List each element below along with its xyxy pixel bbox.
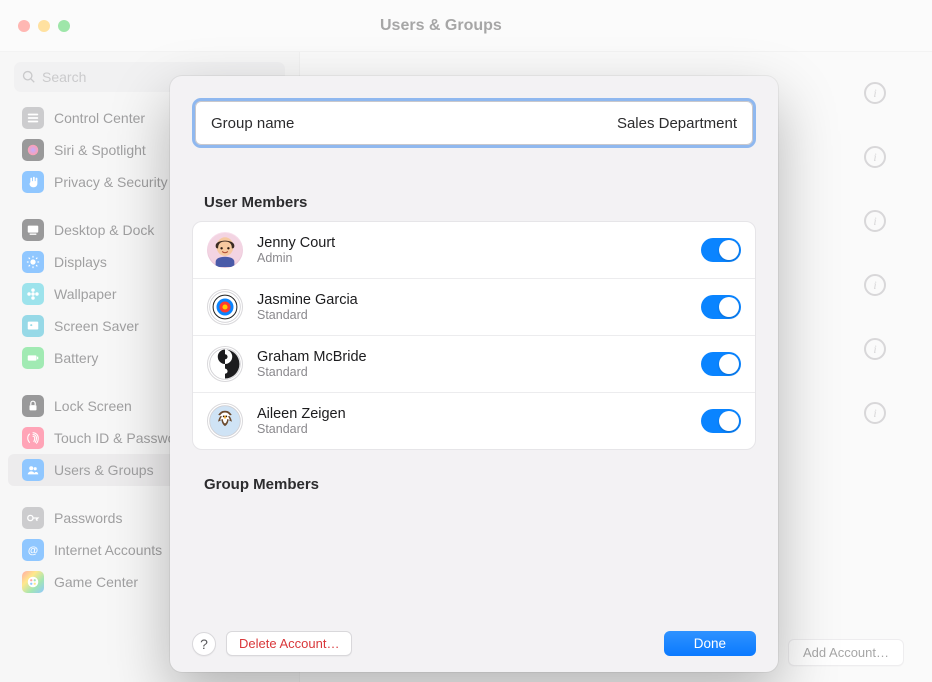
sidebar-item-label: Game Center bbox=[54, 574, 138, 590]
game-icon bbox=[22, 571, 44, 593]
membership-toggle[interactable] bbox=[701, 409, 741, 433]
sidebar-item-label: Screen Saver bbox=[54, 318, 139, 334]
user-name: Graham McBride bbox=[257, 349, 687, 365]
fullscreen-window-button[interactable] bbox=[58, 20, 70, 32]
info-button[interactable]: i bbox=[864, 82, 886, 104]
finger-icon bbox=[22, 427, 44, 449]
done-button[interactable]: Done bbox=[664, 631, 756, 656]
siri-icon bbox=[22, 139, 44, 161]
group-name-field[interactable]: Group name bbox=[192, 98, 756, 148]
info-button[interactable]: i bbox=[864, 338, 886, 360]
sun-icon bbox=[22, 251, 44, 273]
info-button[interactable]: i bbox=[864, 210, 886, 232]
user-members-title: User Members bbox=[192, 194, 756, 211]
sidebar-item-label: Touch ID & Password bbox=[54, 430, 188, 446]
page-title: Users & Groups bbox=[380, 17, 502, 35]
user-role: Admin bbox=[257, 251, 687, 265]
user-name: Jasmine Garcia bbox=[257, 292, 687, 308]
minimize-window-button[interactable] bbox=[38, 20, 50, 32]
help-button[interactable]: ? bbox=[192, 632, 216, 656]
key-icon bbox=[22, 507, 44, 529]
avatar bbox=[207, 289, 243, 325]
sidebar-item-label: Battery bbox=[54, 350, 98, 366]
lock-icon bbox=[22, 395, 44, 417]
sidebar-item-label: Control Center bbox=[54, 110, 145, 126]
svg-text:@: @ bbox=[28, 545, 38, 557]
add-account-button[interactable]: Add Account… bbox=[788, 639, 904, 666]
sidebar-item-label: Wallpaper bbox=[54, 286, 117, 302]
info-button[interactable]: i bbox=[864, 274, 886, 296]
search-icon bbox=[22, 70, 36, 84]
user-role: Standard bbox=[257, 365, 687, 379]
hand-icon bbox=[22, 171, 44, 193]
flower-icon bbox=[22, 283, 44, 305]
sidebar-item-label: Lock Screen bbox=[54, 398, 132, 414]
sidebar-item-label: Internet Accounts bbox=[54, 542, 162, 558]
delete-account-button[interactable]: Delete Account… bbox=[226, 631, 352, 656]
titlebar: Users & Groups bbox=[0, 0, 932, 52]
user-member-row: Graham McBrideStandard bbox=[193, 335, 755, 392]
user-member-row: Jenny CourtAdmin bbox=[193, 222, 755, 278]
close-window-button[interactable] bbox=[18, 20, 30, 32]
membership-toggle[interactable] bbox=[701, 238, 741, 262]
avatar bbox=[207, 232, 243, 268]
avatar bbox=[207, 403, 243, 439]
user-role: Standard bbox=[257, 308, 687, 322]
membership-toggle[interactable] bbox=[701, 295, 741, 319]
at-icon: @ bbox=[22, 539, 44, 561]
sidebar-item-label: Users & Groups bbox=[54, 462, 154, 478]
membership-toggle[interactable] bbox=[701, 352, 741, 376]
group-edit-modal: Group name User Members Jenny CourtAdmin… bbox=[170, 76, 778, 672]
sidebar-item-label: Privacy & Security bbox=[54, 174, 168, 190]
user-member-row: Jasmine GarciaStandard bbox=[193, 278, 755, 335]
user-name: Aileen Zeigen bbox=[257, 406, 687, 422]
group-members-title: Group Members bbox=[192, 476, 756, 493]
user-role: Standard bbox=[257, 422, 687, 436]
user-members-list: Jenny CourtAdminJasmine GarciaStandardGr… bbox=[192, 221, 756, 450]
dock-icon bbox=[22, 219, 44, 241]
users-icon bbox=[22, 459, 44, 481]
user-name: Jenny Court bbox=[257, 235, 687, 251]
group-name-input[interactable] bbox=[477, 115, 737, 132]
ssaver-icon bbox=[22, 315, 44, 337]
modal-footer: ? Delete Account… Done bbox=[192, 617, 756, 656]
sidebar-item-label: Displays bbox=[54, 254, 107, 270]
window-controls bbox=[18, 20, 70, 32]
sliders-icon bbox=[22, 107, 44, 129]
group-name-label: Group name bbox=[211, 115, 294, 132]
sidebar-item-label: Passwords bbox=[54, 510, 122, 526]
info-button[interactable]: i bbox=[864, 402, 886, 424]
avatar bbox=[207, 346, 243, 382]
battery-icon bbox=[22, 347, 44, 369]
sidebar-item-label: Siri & Spotlight bbox=[54, 142, 146, 158]
sidebar-item-label: Desktop & Dock bbox=[54, 222, 154, 238]
info-button[interactable]: i bbox=[864, 146, 886, 168]
user-member-row: Aileen ZeigenStandard bbox=[193, 392, 755, 449]
